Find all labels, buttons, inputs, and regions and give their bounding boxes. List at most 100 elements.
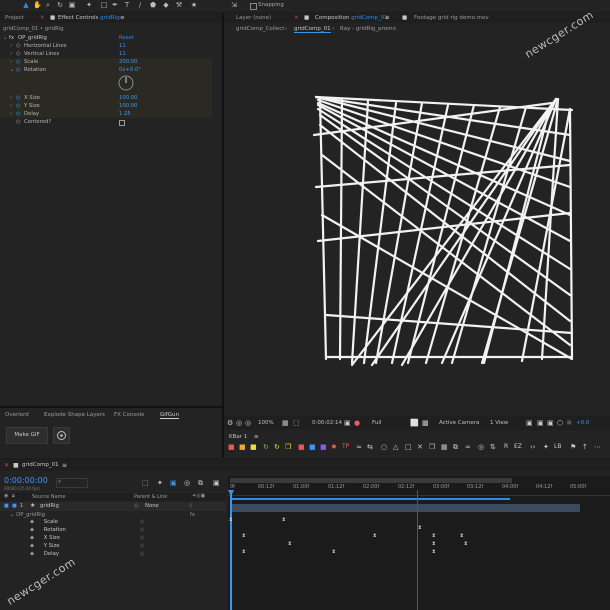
camera-tool-icon[interactable]: ▣ [68, 1, 76, 9]
timeline-timecode[interactable]: 0:00:00:00 [4, 476, 48, 485]
kbar-tp-button[interactable]: TP [342, 443, 349, 451]
resolution-dropdown[interactable]: Full [372, 420, 381, 426]
parent-dropdown[interactable]: None [145, 503, 159, 509]
chevron-right-icon[interactable]: › [10, 50, 12, 58]
current-time[interactable]: 0:00:02:14 [312, 420, 342, 426]
rotation-dial[interactable] [118, 75, 134, 91]
motion-blur-icon[interactable]: ◎ [184, 479, 190, 487]
subtab-gridcomp-collect[interactable]: gridComp_Collect [236, 24, 284, 34]
eraser-tool-icon[interactable]: ◆ [162, 1, 170, 9]
rectangle-tool-icon[interactable]: □ [100, 1, 108, 9]
graph-editor-icon[interactable]: ⧉ [198, 479, 203, 487]
keyframe[interactable]: ⧗ [332, 549, 336, 555]
puppet-pin-tool-icon[interactable]: ★ [190, 1, 198, 9]
kbar-chevrons-icon[interactable]: ‹› [530, 443, 536, 451]
footage-icon[interactable]: ■ [402, 13, 407, 23]
layer-label-color[interactable]: ■ [12, 503, 17, 509]
kbar-purple-square-icon[interactable]: ■ [320, 443, 327, 451]
kbar-target-icon[interactable]: ◎ [478, 443, 484, 451]
kbar-parent-icon[interactable]: ⇅ [490, 443, 496, 451]
kbar-up-icon[interactable]: ↑ [582, 443, 588, 451]
stopwatch-icon[interactable]: ◴ [16, 42, 21, 50]
grid-icon[interactable]: ▦ [282, 419, 289, 427]
expression-pickwhip-icon[interactable]: ◎ [140, 518, 145, 526]
zoom-tool-icon[interactable]: ⌕ [44, 1, 52, 9]
panel-menu-icon[interactable]: ≡ [385, 13, 390, 23]
stopwatch-icon[interactable]: ◴ [16, 118, 21, 126]
kbar-lb-button[interactable]: LB [554, 443, 561, 451]
always-preview-icon[interactable]: ⚙ [227, 419, 233, 427]
hide-shy-icon[interactable]: ✦ [157, 479, 163, 487]
keyframe[interactable]: ⧗ [464, 541, 468, 547]
panel-menu-icon[interactable]: ≡ [254, 434, 259, 440]
kbar-bracket-icon[interactable]: ❐ [429, 443, 435, 451]
expression-pickwhip-icon[interactable]: ◎ [140, 550, 145, 558]
layer-visibility-icon[interactable]: ■ [4, 503, 9, 509]
chevron-right-icon[interactable]: › [10, 102, 12, 110]
close-icon[interactable]: ✕ [4, 462, 9, 469]
fast-previews-icon[interactable]: ▣ [537, 419, 544, 427]
flowchart-icon[interactable]: ⬡ [557, 419, 563, 427]
time-marker[interactable] [417, 490, 418, 610]
toggle-pixel-aspect-icon[interactable]: ▣ [526, 419, 533, 427]
gifgun-settings-button[interactable] [53, 427, 70, 444]
keyframe-nav-icon[interactable]: ◆ [30, 527, 34, 533]
selection-tool-icon[interactable]: ▲ [22, 1, 30, 9]
prop-value[interactable]: 0x+0.0° [119, 66, 141, 74]
stopwatch-icon[interactable]: ◴ [16, 50, 21, 58]
keyframe[interactable]: ⧗ [373, 533, 377, 539]
snapping-checkbox[interactable] [250, 3, 257, 10]
kbar-dup-icon[interactable]: ❐ [285, 443, 291, 451]
work-area-bar[interactable] [230, 478, 512, 483]
tab-overlord[interactable]: Overlord [5, 410, 29, 420]
kbar-arrows-icon[interactable]: ⇆ [367, 443, 373, 451]
fx-icon[interactable]: fx [9, 34, 14, 42]
stopwatch-icon[interactable]: ◴ [16, 102, 21, 110]
playhead[interactable] [230, 490, 232, 610]
rotate-tool-icon[interactable]: ↻ [56, 1, 64, 9]
view-layout-dropdown[interactable]: 1 View [490, 420, 508, 426]
prop-value[interactable]: 11 [119, 42, 126, 50]
kbar-red-square-icon[interactable]: ■ [298, 443, 305, 451]
kbar-more-icon[interactable]: ⋯ [594, 443, 601, 451]
tl-prop-row[interactable]: ◆ Rotation [30, 526, 66, 534]
kbar-loop-icon[interactable]: ↻ [263, 443, 269, 451]
kbar-asterisk-icon[interactable]: ✸ [331, 443, 337, 451]
tab-fx-console[interactable]: FX Console [114, 410, 145, 420]
stopwatch-icon[interactable]: ◴ [16, 58, 21, 66]
frame-blending-icon[interactable]: ▣ [170, 479, 177, 487]
panel-menu-icon[interactable]: ≡ [120, 13, 125, 23]
expression-pickwhip-icon[interactable]: ◎ [140, 526, 145, 534]
prop-value[interactable]: 100.00 [119, 94, 138, 102]
chevron-down-icon[interactable]: ⌄ [10, 512, 14, 518]
stopwatch-icon[interactable]: ◴ [16, 110, 21, 118]
align-icon[interactable]: ⇲ [230, 1, 238, 9]
timeline-search-input[interactable]: ⌕ [56, 478, 88, 488]
keyframe[interactable]: ⧗ [432, 549, 436, 555]
parent-header[interactable]: Parent & Link [134, 494, 167, 500]
keyframe-nav-icon[interactable]: ◆ [30, 543, 34, 549]
keyframe[interactable]: ⧗ [432, 533, 436, 539]
kbar-adjustment-icon[interactable]: ■ [250, 443, 257, 451]
expression-pickwhip-icon[interactable]: ◎ [140, 542, 145, 550]
timeline-icon[interactable]: ▣ [547, 419, 554, 427]
kbar-star-icon[interactable]: ✦ [543, 443, 549, 451]
expression-pickwhip-icon[interactable]: ◎ [140, 534, 145, 542]
kbar-r-button[interactable]: R [504, 443, 508, 451]
kbar-wave-icon[interactable]: ≈ [356, 443, 362, 451]
av-features-icon[interactable]: ◉ [4, 493, 8, 499]
chevron-right-icon[interactable]: › [10, 94, 12, 102]
pan-behind-tool-icon[interactable]: ✦ [85, 1, 93, 9]
layer-row[interactable]: ■ ■ 1 ★ gridRig ◎ None ∕ [0, 502, 226, 511]
brush-tool-icon[interactable]: ∕ [136, 1, 144, 9]
chevron-right-icon[interactable]: › [10, 42, 12, 50]
subtab-gridcomp-01[interactable]: gridComp_01 [294, 24, 331, 33]
kbar-square-icon[interactable]: □ [405, 443, 412, 451]
prop-value[interactable]: 100.00 [119, 102, 138, 110]
panel-divider[interactable] [222, 13, 224, 458]
keyframe[interactable]: ⧗ [229, 517, 233, 523]
source-name-header[interactable]: Source Name [32, 494, 66, 500]
stopwatch-icon[interactable]: ◴ [16, 66, 21, 74]
exposure-value[interactable]: +0.0 [576, 420, 589, 426]
close-icon[interactable]: ✕ [294, 13, 299, 23]
